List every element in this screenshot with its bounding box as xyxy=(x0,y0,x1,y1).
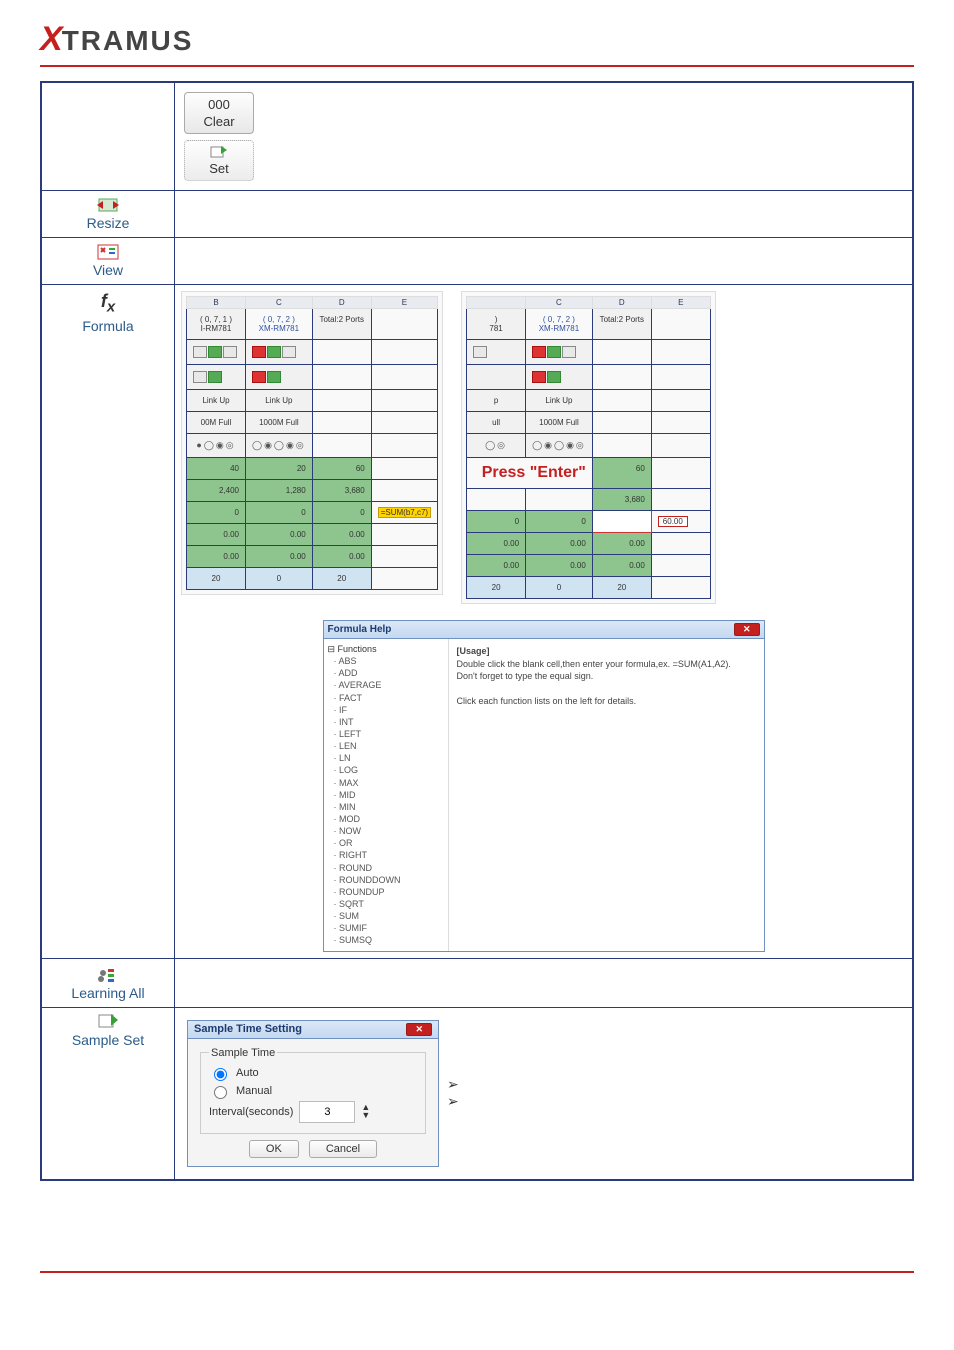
interval-input[interactable] xyxy=(299,1101,355,1123)
learning-all-icon xyxy=(96,965,120,983)
sample-set-icon xyxy=(98,1014,118,1030)
function-item[interactable]: · LOG xyxy=(334,764,444,776)
clear-label: Clear xyxy=(203,114,234,129)
resize-icon xyxy=(95,197,121,213)
formula-label: Formula xyxy=(82,318,133,334)
sample-set-feature[interactable]: Sample Set xyxy=(72,1014,144,1048)
manual-label: Manual xyxy=(236,1085,272,1097)
resize-label: Resize xyxy=(87,215,130,231)
manual-radio[interactable] xyxy=(214,1086,227,1099)
function-item[interactable]: · ROUND xyxy=(334,862,444,874)
sample-set-label: Sample Set xyxy=(72,1032,144,1048)
ok-button[interactable]: OK xyxy=(249,1140,299,1158)
view-label: View xyxy=(93,262,123,278)
press-enter-text: Press "Enter" xyxy=(467,458,593,489)
learning-all-feature[interactable]: Learning All xyxy=(71,965,144,1001)
header-divider xyxy=(40,65,914,67)
interval-label: Interval(seconds) xyxy=(209,1106,293,1118)
result-60: 60.00 xyxy=(658,516,688,527)
formula-sheet-right: CDE )781( 0, 7, 2 )XM-RM781Total:2 Ports… xyxy=(461,291,716,604)
cancel-button[interactable]: Cancel xyxy=(309,1140,377,1158)
row-label-blank xyxy=(41,82,175,191)
row-content-resize xyxy=(175,191,914,238)
brand-x: X xyxy=(40,20,62,58)
resize-feature[interactable]: Resize xyxy=(87,197,130,231)
feature-table: 000 Clear Set Resize xyxy=(40,81,914,1181)
sample-time-dialog: Sample Time Setting ✕ Sample Time Auto xyxy=(187,1020,439,1167)
function-item[interactable]: · ADD xyxy=(334,667,444,679)
set-icon xyxy=(209,145,229,159)
function-item[interactable]: · LEN xyxy=(334,740,444,752)
auto-label: Auto xyxy=(236,1067,259,1079)
brand-logo: XTRAMUS xyxy=(40,20,914,59)
set-label: Set xyxy=(209,161,229,176)
function-list[interactable]: ⊟ Functions · ABS· ADD· AVERAGE· FACT· I… xyxy=(324,639,449,951)
function-item[interactable]: · SUMSQ xyxy=(334,934,444,946)
row-content-formula: BCDE ( 0, 7, 1 )I-RM781( 0, 7, 2 )XM-RM7… xyxy=(175,285,914,959)
function-item[interactable]: · SUMIF xyxy=(334,922,444,934)
row-content-set-clear: 000 Clear Set xyxy=(175,82,914,191)
function-item[interactable]: · LN xyxy=(334,752,444,764)
formula-input-chip[interactable]: =SUM(b7,c7) xyxy=(378,507,431,518)
row-content-sample-set: Sample Time Setting ✕ Sample Time Auto xyxy=(175,1007,914,1180)
clear-value: 000 xyxy=(208,97,230,112)
formula-feature[interactable]: fx Formula xyxy=(82,291,133,334)
close-icon[interactable]: ✕ xyxy=(734,623,760,636)
auto-radio[interactable] xyxy=(214,1068,227,1081)
function-item[interactable]: · MID xyxy=(334,789,444,801)
function-item[interactable]: · ABS xyxy=(334,655,444,667)
learning-all-label: Learning All xyxy=(71,985,144,1001)
spinner-icon[interactable]: ▲▼ xyxy=(361,1104,370,1118)
function-item[interactable]: · FACT xyxy=(334,692,444,704)
function-item[interactable]: · RIGHT xyxy=(334,849,444,861)
set-button[interactable]: Set xyxy=(184,140,254,181)
view-feature[interactable]: View xyxy=(93,244,123,278)
function-item[interactable]: · MIN xyxy=(334,801,444,813)
function-item[interactable]: · SUM xyxy=(334,910,444,922)
function-item[interactable]: · LEFT xyxy=(334,728,444,740)
function-item[interactable]: · MOD xyxy=(334,813,444,825)
function-item[interactable]: · OR xyxy=(334,837,444,849)
sample-dialog-title: Sample Time Setting xyxy=(194,1023,302,1035)
formula-help-dialog: Formula Help ✕ ⊟ Functions · ABS· ADD· A… xyxy=(323,620,765,952)
clear-button[interactable]: 000 Clear xyxy=(184,92,254,134)
close-icon[interactable]: ✕ xyxy=(406,1023,432,1036)
function-item[interactable]: · NOW xyxy=(334,825,444,837)
formula-icon: fx xyxy=(101,291,115,316)
formula-usage: [Usage] Double click the blank cell,then… xyxy=(449,639,764,951)
function-item[interactable]: · ROUNDDOWN xyxy=(334,874,444,886)
function-item[interactable]: · INT xyxy=(334,716,444,728)
formula-help-title: Formula Help xyxy=(328,624,392,635)
function-item[interactable]: · ROUNDUP xyxy=(334,886,444,898)
function-item[interactable]: · AVERAGE xyxy=(334,679,444,691)
footer-divider xyxy=(40,1271,914,1273)
sample-time-group: Sample Time Auto Manual xyxy=(200,1047,426,1134)
notes-arrows: ➢ ➢ xyxy=(443,1076,459,1110)
function-item[interactable]: · IF xyxy=(334,704,444,716)
view-icon xyxy=(97,244,119,260)
row-content-learning-all xyxy=(175,958,914,1007)
formula-sheet-left: BCDE ( 0, 7, 1 )I-RM781( 0, 7, 2 )XM-RM7… xyxy=(181,291,443,595)
brand-rest: TRAMUS xyxy=(62,25,194,56)
function-item[interactable]: · MAX xyxy=(334,777,444,789)
row-content-view xyxy=(175,238,914,285)
function-item[interactable]: · SQRT xyxy=(334,898,444,910)
